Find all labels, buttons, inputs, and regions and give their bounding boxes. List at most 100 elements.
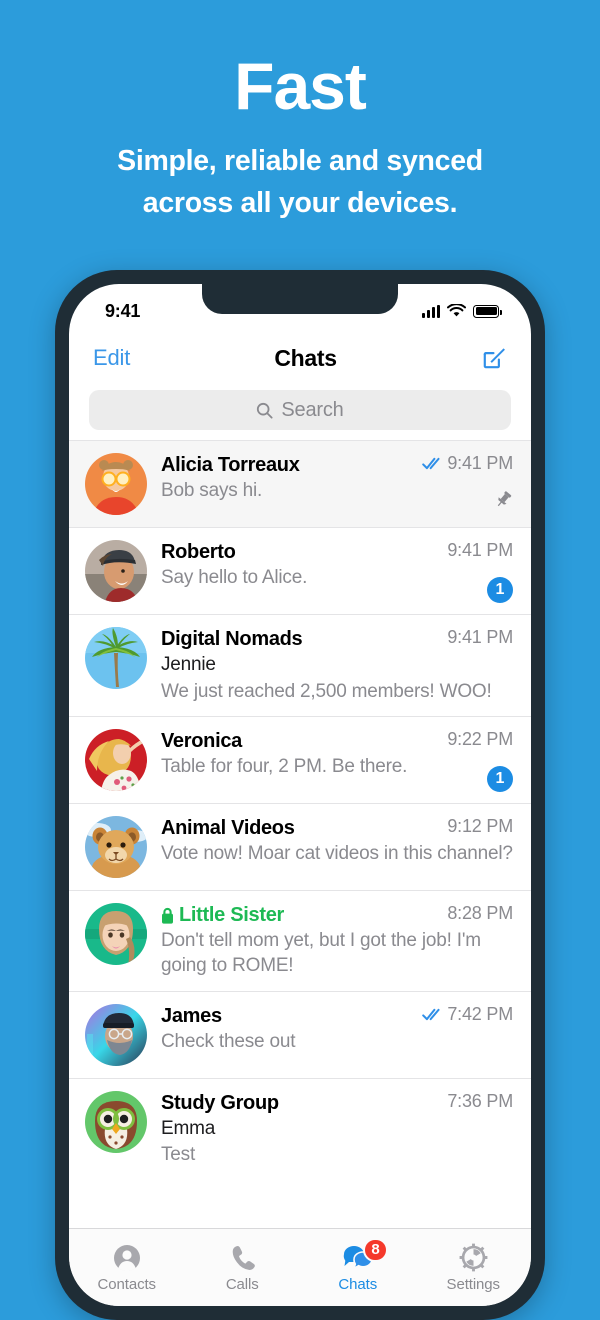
nav-title: Chats	[274, 344, 337, 371]
tab-icon-wrap	[113, 1243, 141, 1273]
tab-bar: Contacts Calls 8 Chats Settings	[69, 1228, 531, 1306]
table-row[interactable]: Little Sister Don't tell mom yet, but I …	[69, 890, 531, 990]
tab-chats[interactable]: 8 Chats	[300, 1229, 416, 1306]
tab-calls[interactable]: Calls	[185, 1229, 301, 1306]
row-meta: 9:12 PM	[447, 816, 513, 837]
time-line: 7:36 PM	[447, 1091, 513, 1112]
table-row[interactable]: Veronica Table for four, 2 PM. Be there.…	[69, 716, 531, 803]
time-line: 9:41 PM	[447, 627, 513, 648]
chat-message: Test	[161, 1144, 196, 1166]
chat-time: 7:42 PM	[447, 1003, 513, 1024]
tab-icon-wrap	[228, 1243, 256, 1273]
avatar	[85, 540, 147, 602]
phone-icon	[232, 1245, 256, 1270]
chat-sender: Emma	[161, 1117, 216, 1139]
tab-icon-wrap	[459, 1243, 488, 1273]
woman-with-orange-slices-avatar-icon	[85, 453, 147, 515]
promo-header: Fast Simple, reliable and synced across …	[0, 0, 600, 224]
nav-bar: Edit Chats	[69, 332, 531, 384]
chat-time: 9:41 PM	[447, 627, 513, 647]
table-row[interactable]: Study Group Emma Test 7:36 PM	[69, 1077, 531, 1180]
gear-icon	[459, 1243, 488, 1272]
promo-subtitle-line-2: across all your devices.	[142, 186, 458, 219]
chat-message: Don't tell mom yet, but I got the job! I…	[161, 930, 481, 977]
unread-badge: 1	[487, 577, 513, 603]
chat-time: 7:36 PM	[447, 1090, 513, 1111]
compose-icon[interactable]	[481, 345, 507, 371]
chat-message: Vote now! Moar cat videos in this channe…	[161, 843, 513, 865]
cellular-signal-icon	[422, 304, 440, 318]
chat-time: 9:41 PM	[447, 453, 513, 473]
search-input[interactable]: Search	[89, 390, 511, 430]
time-line: 9:12 PM	[447, 816, 513, 837]
chat-message: We just reached 2,500 members! WOO!	[161, 680, 492, 702]
chat-time: 9:41 PM	[447, 540, 513, 560]
chat-title-label: Little Sister	[179, 904, 285, 927]
row-meta: 9:22 PM 1	[447, 729, 513, 793]
tab-label: Settings	[446, 1275, 501, 1293]
row-meta: 7:36 PM	[447, 1091, 513, 1112]
tab-icon-wrap: 8	[342, 1237, 388, 1273]
avatar	[85, 903, 147, 966]
tab-settings[interactable]: Settings	[416, 1229, 532, 1306]
tab-label: Contacts	[97, 1275, 157, 1293]
chat-list[interactable]: Alicia Torreaux Bob says hi. 9:41 PM Rob…	[69, 440, 531, 1180]
tab-badge: 8	[363, 1237, 388, 1262]
tab-label: Calls	[225, 1275, 259, 1293]
avatar	[85, 729, 147, 792]
chat-time: 9:22 PM	[447, 729, 513, 750]
page-title: Fast	[234, 49, 367, 123]
table-row[interactable]: Digital Nomads Jennie We just reached 2,…	[69, 614, 531, 716]
wifi-icon	[447, 304, 466, 317]
lock-icon	[162, 908, 173, 924]
chat-time: 8:28 PM	[447, 903, 513, 924]
man-with-cap-avatar-icon	[85, 540, 147, 602]
table-row[interactable]: Roberto Say hello to Alice. 9:41 PM 1	[69, 527, 531, 614]
tab-contacts[interactable]: Contacts	[69, 1229, 185, 1306]
time-line: 8:28 PM	[447, 903, 513, 924]
table-row[interactable]: James Check these out 7:42 PM	[69, 990, 531, 1078]
lion-cub-avatar-icon	[85, 816, 147, 879]
row-meta: 9:41 PM	[447, 627, 513, 648]
row-meta: 9:41 PM 1	[447, 540, 513, 603]
search-placeholder: Search	[281, 398, 344, 421]
person-icon	[113, 1244, 140, 1271]
time-line: 9:22 PM	[447, 729, 513, 750]
blonde-woman-red-background-avatar-icon	[85, 729, 147, 792]
phone-notch	[202, 284, 398, 314]
row-meta: 8:28 PM	[447, 903, 513, 924]
phone-screen: 9:41 Edit Chats Search Alicia Torreaux B…	[69, 284, 531, 1306]
status-bar-icons	[422, 304, 502, 318]
phone-mockup: 9:41 Edit Chats Search Alicia Torreaux B…	[55, 270, 545, 1320]
row-meta: 9:41 PM	[422, 453, 513, 509]
promo-subtitle-line-1: Simple, reliable and synced	[117, 145, 483, 178]
avatar	[85, 627, 147, 689]
search-container: Search	[69, 384, 531, 440]
promo-subtitle: Simple, reliable and synced across all y…	[0, 141, 600, 224]
palm-tree-avatar-icon	[85, 627, 147, 689]
man-with-beanie-neon-background-avatar-icon	[85, 1003, 147, 1066]
battery-icon	[473, 304, 502, 318]
double-check-icon	[422, 457, 440, 470]
search-icon	[257, 402, 273, 419]
table-row[interactable]: Animal Videos Vote now! Moar cat videos …	[69, 803, 531, 890]
time-line: 9:41 PM	[422, 453, 513, 474]
unread-badge: 1	[487, 766, 513, 793]
woman-with-braid-teal-background-avatar-icon	[85, 903, 147, 966]
row-meta: 7:42 PM	[422, 1004, 513, 1025]
double-check-icon	[422, 1008, 440, 1020]
pin-icon	[497, 491, 512, 507]
status-bar-time: 9:41	[105, 300, 141, 321]
time-line: 7:42 PM	[422, 1004, 513, 1025]
edit-button[interactable]: Edit	[93, 345, 130, 371]
avatar	[85, 453, 147, 515]
time-line: 9:41 PM	[447, 540, 513, 561]
chat-sender: Jennie	[161, 654, 216, 675]
table-row[interactable]: Alicia Torreaux Bob says hi. 9:41 PM	[69, 440, 531, 527]
owl-illustration-avatar-icon	[85, 1090, 147, 1153]
avatar	[85, 1003, 147, 1066]
avatar	[85, 1090, 147, 1153]
tab-label: Chats	[338, 1275, 378, 1293]
chat-time: 9:12 PM	[447, 816, 513, 837]
chat-message: Check these out	[161, 1030, 296, 1052]
